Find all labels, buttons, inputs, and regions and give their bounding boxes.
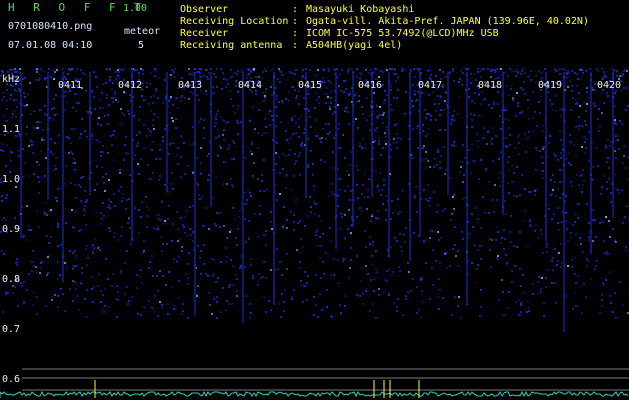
header-panel: H R O F F T 1.00 0701080410.png meteor 0… — [0, 0, 629, 62]
hour-mark: 0416 — [358, 80, 383, 91]
observer-value: Masayuki Kobayashi — [306, 4, 415, 15]
antenna-colon: : — [292, 40, 299, 51]
freq-label: 1.0 — [2, 174, 21, 185]
location-label: Receiving Location — [180, 16, 289, 27]
meteor-count: 5 — [138, 40, 145, 51]
hour-mark: 0418 — [478, 80, 503, 91]
freq-label: 0.6 — [2, 374, 21, 385]
freq-label: 0.7 — [2, 324, 21, 335]
unit-label: kHz — [2, 74, 21, 85]
file-name: 0701080410.png — [8, 21, 93, 32]
hour-mark: 0413 — [178, 80, 203, 91]
hour-mark: 0419 — [538, 80, 563, 91]
date-time: 07.01.08 04:10 — [8, 40, 93, 51]
hour-mark: 0411 — [58, 80, 83, 91]
receiver-value: ICOM IC-575 53.7492(@LCD)MHz USB — [306, 28, 499, 39]
location-value: Ogata-vill. Akita-Pref. JAPAN (139.96E, … — [306, 16, 589, 27]
hour-mark: 0420 — [597, 80, 622, 91]
receiver-colon: : — [292, 28, 299, 39]
hour-mark: 0412 — [118, 80, 143, 91]
hour-mark: 0414 — [238, 80, 263, 91]
freq-label: 1.1 — [2, 124, 21, 135]
hour-mark: 0415 — [298, 80, 323, 91]
antenna-label: Receiving antenna — [180, 40, 283, 51]
observer-label: Observer — [180, 4, 229, 15]
freq-label: 0.8 — [2, 274, 21, 285]
receiver-label: Receiver — [180, 28, 229, 39]
location-colon: : — [292, 16, 299, 27]
meteor-label: meteor — [124, 26, 161, 37]
observer-colon: : — [292, 4, 299, 15]
freq-label: 0.9 — [2, 224, 21, 235]
app-version: 1.00 — [123, 3, 148, 14]
spectrogram — [0, 62, 629, 400]
hour-mark: 0417 — [418, 80, 443, 91]
antenna-value: A504HB(yagi 4el) — [306, 40, 403, 51]
